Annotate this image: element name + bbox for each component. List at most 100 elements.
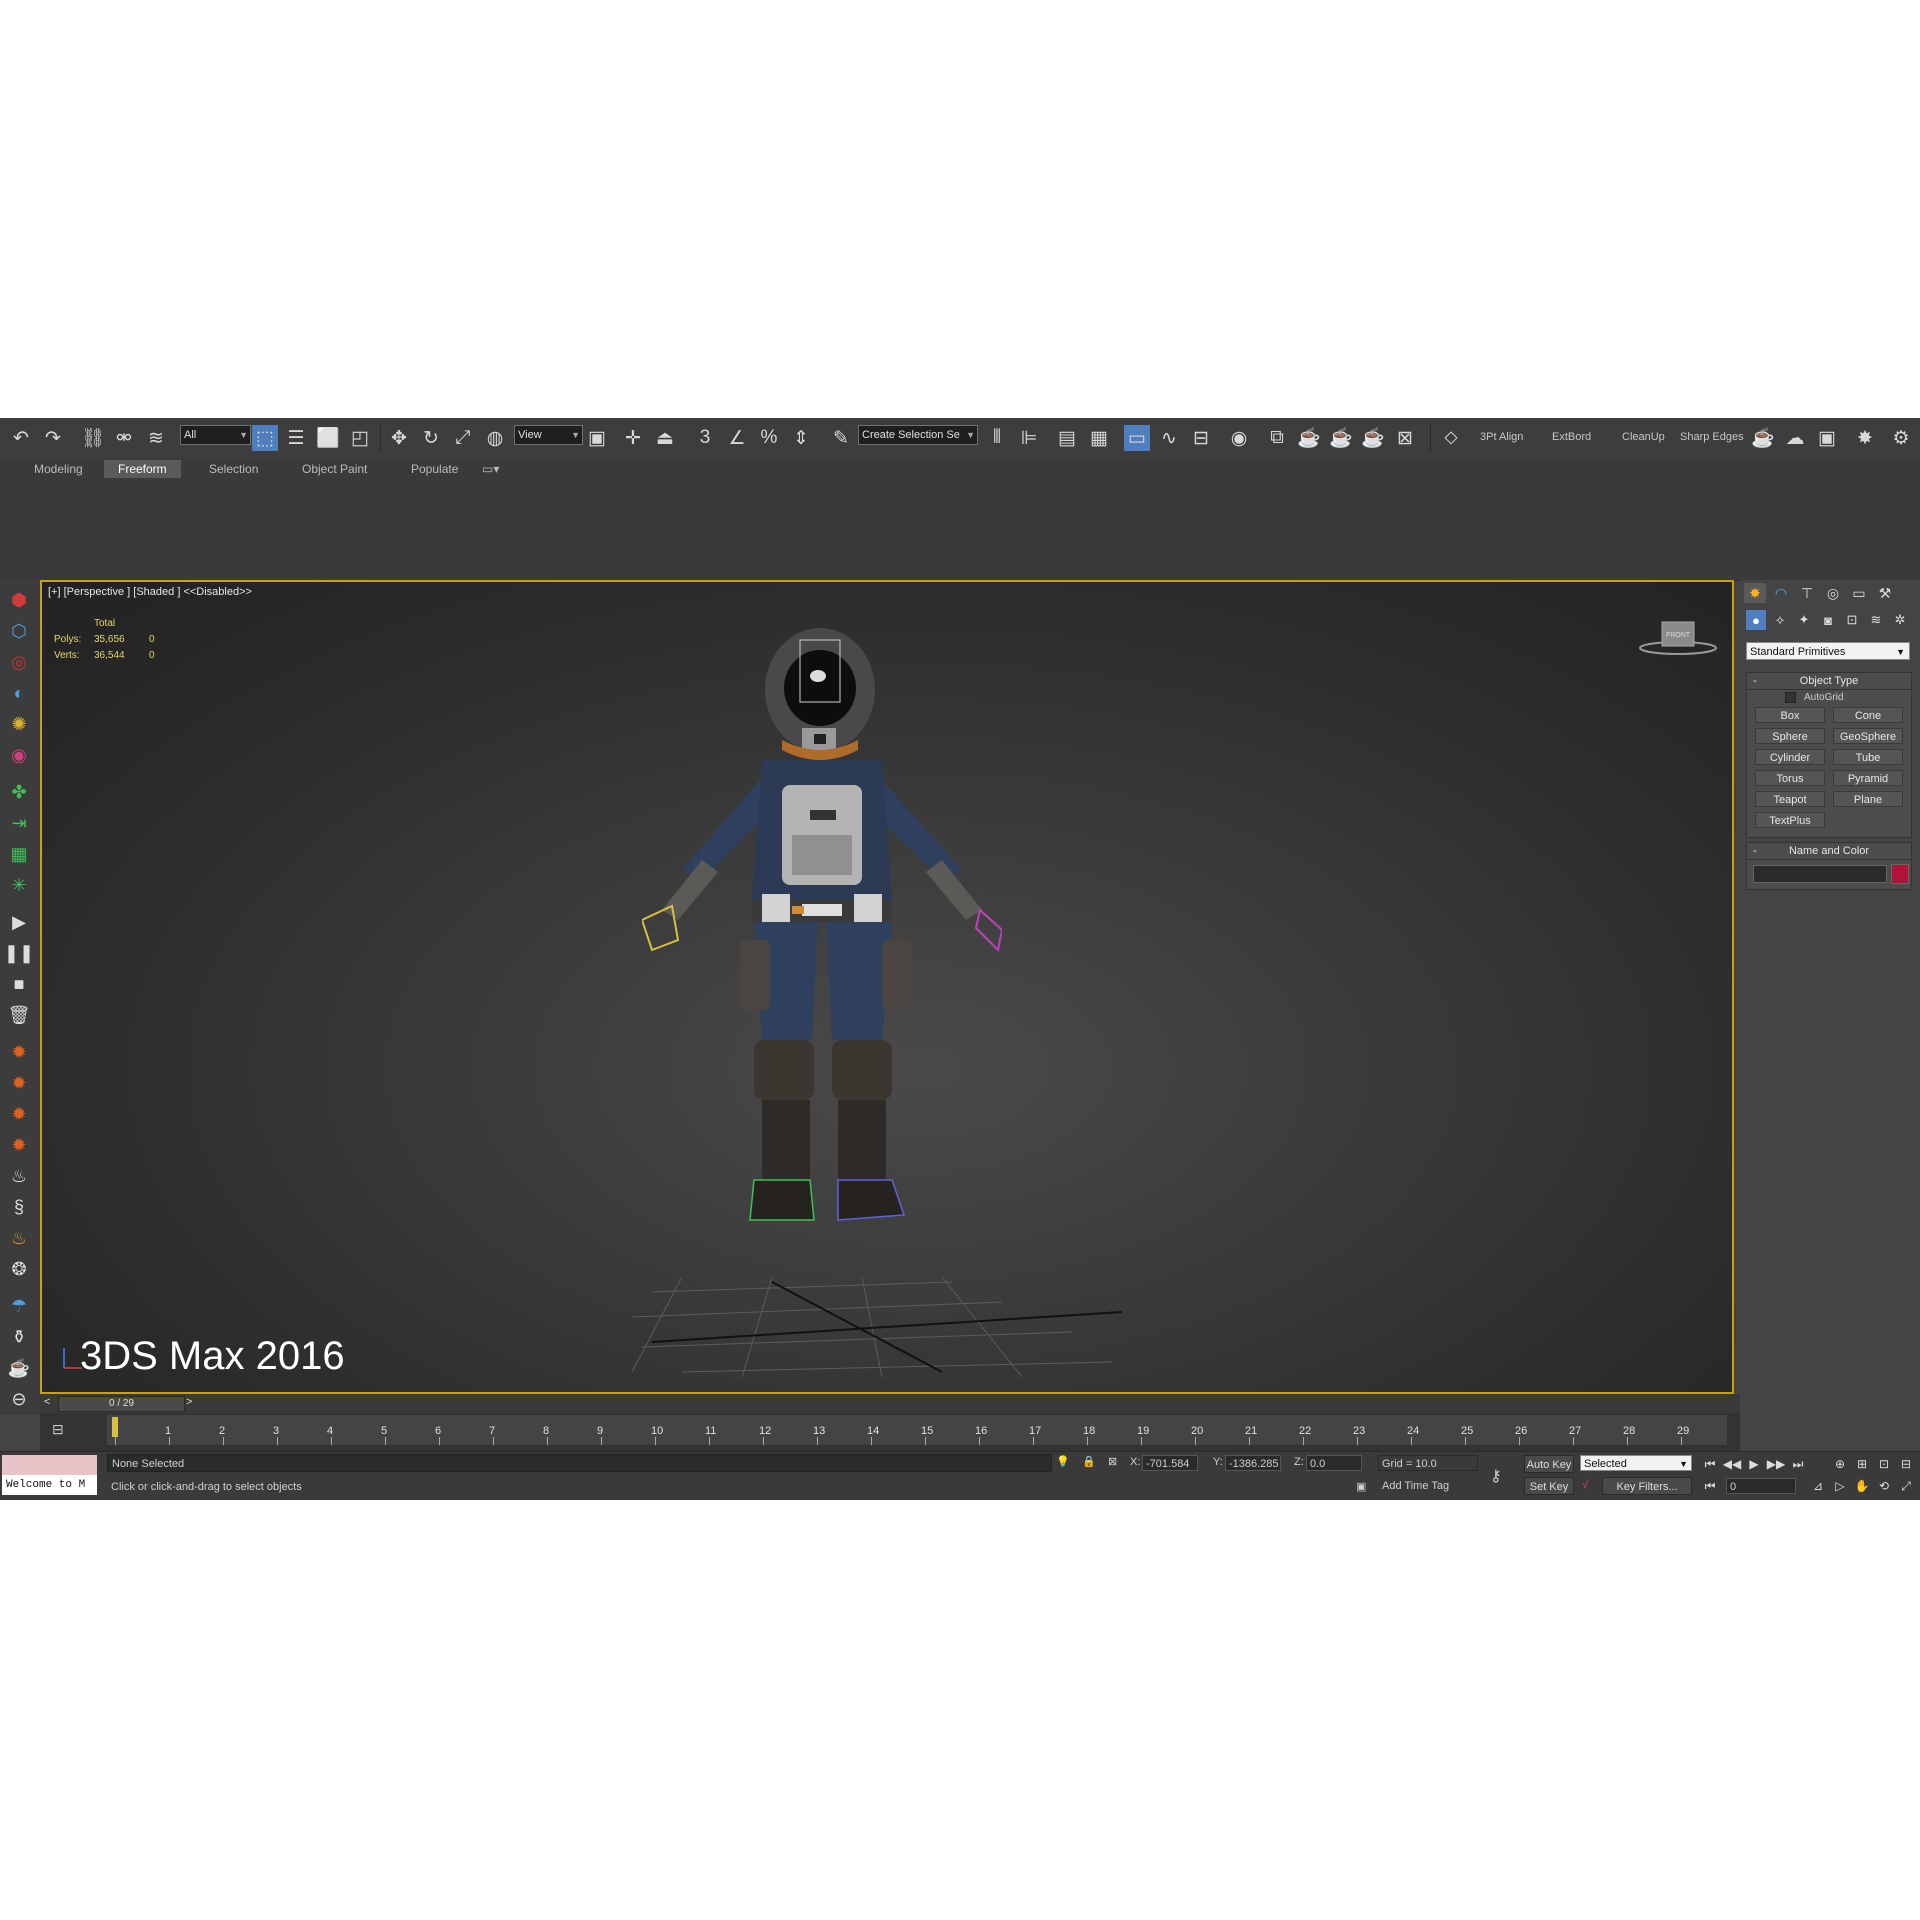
y-coordinate-field[interactable]: -1386.285 <box>1225 1455 1281 1471</box>
zoom-extents-icon[interactable]: ⊡ <box>1874 1455 1894 1473</box>
angle-snap-icon[interactable]: ∠ <box>724 425 750 451</box>
pivot-center-icon[interactable]: ▣ <box>584 425 610 451</box>
time-prev-icon[interactable]: < <box>44 1396 50 1408</box>
cameras-icon[interactable]: ◎ <box>7 650 31 674</box>
zoom-icon[interactable]: ⊕ <box>1830 1455 1850 1473</box>
fire-icon-4[interactable]: ✹ <box>7 1133 31 1157</box>
move-icon[interactable]: ✥ <box>386 425 412 451</box>
orbit-icon[interactable]: ⟲ <box>1874 1477 1894 1495</box>
toggle-ribbon-icon[interactable]: ▭ <box>1124 425 1150 451</box>
walkthrough-icon[interactable]: ▷ <box>1830 1477 1850 1495</box>
geosphere-button[interactable]: GeoSphere <box>1833 728 1903 744</box>
bowl-icon[interactable]: ⊖ <box>7 1387 31 1411</box>
tab-modeling[interactable]: Modeling <box>20 460 97 478</box>
lights-category-icon[interactable]: ✦ <box>1794 610 1814 630</box>
cylinder-button[interactable]: Cylinder <box>1755 749 1825 765</box>
render-setup-icon[interactable]: ⧉ <box>1264 425 1290 451</box>
bind-spacewarp-icon[interactable]: ≋ <box>143 425 169 451</box>
z-coordinate-field[interactable]: 0.0 <box>1306 1455 1362 1471</box>
smoke-icon[interactable]: ♨ <box>7 1164 31 1188</box>
maxscript-input[interactable]: Welcome to M <box>2 1475 97 1495</box>
time-slider[interactable]: 0 / 29 <box>58 1396 185 1412</box>
rectangular-selection-icon[interactable]: ⬜ <box>315 425 341 451</box>
time-tag-icon[interactable]: ▣ <box>1356 1480 1366 1493</box>
autogrid-checkbox[interactable]: AutoGrid <box>1785 692 1843 703</box>
shapes-category-icon[interactable]: ⟡ <box>1770 610 1790 630</box>
timeline-ruler[interactable]: 1 2 3 4 5 6 7 8 9 10 11 12 13 14 15 16 17 18 19 20 21 22 23 24 2… <box>107 1415 1727 1445</box>
percent-snap-icon[interactable]: % <box>756 425 782 451</box>
hierarchy-tab-icon[interactable]: ⊤ <box>1796 583 1818 603</box>
unlink-icon[interactable]: ⚮ <box>111 425 137 451</box>
x-coordinate-field[interactable]: -701.584 <box>1142 1455 1198 1471</box>
textplus-button[interactable]: TextPlus <box>1755 812 1825 828</box>
spacewarps-icon[interactable]: ◉ <box>7 743 31 767</box>
tube-button[interactable]: Tube <box>1833 749 1903 765</box>
geometry-icon[interactable]: ⬢ <box>7 588 31 612</box>
link-icon[interactable]: ⛓ <box>80 425 106 451</box>
settings-icon[interactable]: ⚙ <box>1888 425 1914 451</box>
time-cursor[interactable] <box>112 1417 118 1437</box>
isolate-icon[interactable]: 💡 <box>1056 1455 1070 1468</box>
go-to-start-icon[interactable]: ⏮ <box>1700 1455 1720 1473</box>
script-extbord[interactable]: ExtBord <box>1552 431 1591 443</box>
zoom-extents-all-icon[interactable]: ⊟ <box>1896 1455 1916 1473</box>
image-icon[interactable]: ▣ <box>1814 425 1840 451</box>
arrow-right-icon[interactable]: ⇥ <box>7 811 31 835</box>
curve-editor-icon[interactable]: ∿ <box>1156 425 1182 451</box>
lights-icon[interactable]: ◐ <box>7 681 31 705</box>
viewcube[interactable]: FRONT <box>1634 618 1724 668</box>
play-icon[interactable]: ▶ <box>7 910 31 934</box>
select-object-icon[interactable]: ⬚ <box>252 425 278 451</box>
script-toolbar-icon[interactable]: ⬦ <box>1438 425 1464 451</box>
sphere-button[interactable]: Sphere <box>1755 728 1825 744</box>
perspective-viewport[interactable]: [+] [Perspective ] [Shaded ] <<Disabled>… <box>40 580 1734 1394</box>
schematic-view-icon[interactable]: ⊟ <box>1188 425 1214 451</box>
current-frame-field[interactable]: 0 <box>1726 1478 1796 1494</box>
fire-icon-2[interactable]: ✹ <box>7 1071 31 1095</box>
set-key-filter-icon[interactable]: √ <box>1582 1479 1588 1491</box>
place-icon[interactable]: ◍ <box>482 425 508 451</box>
primitive-category-dropdown[interactable]: Standard Primitives ▼ <box>1746 642 1910 660</box>
previous-frame-icon[interactable]: ◀◀ <box>1722 1455 1742 1473</box>
helpers-icon[interactable]: ✺ <box>7 712 31 736</box>
bottle-icon[interactable]: ⚱ <box>7 1325 31 1349</box>
create-tab-icon[interactable]: ✸ <box>1744 583 1766 603</box>
beer-icon[interactable]: ☕ <box>7 1356 31 1380</box>
cameras-category-icon[interactable]: ◙ <box>1818 610 1838 630</box>
script-cleanup[interactable]: CleanUp <box>1622 431 1665 443</box>
shapes-icon[interactable]: ⬡ <box>7 619 31 643</box>
teapot-button[interactable]: Teapot <box>1755 791 1825 807</box>
window-crossing-icon[interactable]: ◰ <box>347 425 373 451</box>
object-color-swatch[interactable] <box>1891 864 1909 884</box>
keyboard-shortcut-icon[interactable]: ⏏ <box>652 425 678 451</box>
tab-populate[interactable]: Populate <box>397 460 472 478</box>
name-and-color-header[interactable]: - Name and Color <box>1747 843 1911 860</box>
spinner-snap-icon[interactable]: ⇕ <box>788 425 814 451</box>
pan-icon[interactable]: ✋ <box>1852 1477 1872 1495</box>
spacewarps-category-icon[interactable]: ≋ <box>1866 610 1886 630</box>
redo-icon[interactable]: ↷ <box>40 425 66 451</box>
tab-freeform[interactable]: Freeform <box>104 460 181 478</box>
layer-manager-icon[interactable]: ▤ <box>1054 425 1080 451</box>
named-selection-dropdown[interactable]: Create Selection Se ▼ <box>858 425 978 445</box>
next-frame-icon[interactable]: ▶▶ <box>1766 1455 1786 1473</box>
grid-icon[interactable]: ▦ <box>7 842 31 866</box>
select-manipulate-icon[interactable]: ✛ <box>620 425 646 451</box>
mini-curve-editor-icon[interactable]: ⊟ <box>52 1421 64 1438</box>
modify-tab-icon[interactable]: ◠ <box>1770 583 1792 603</box>
play-animation-icon[interactable]: ▶ <box>1744 1455 1764 1473</box>
key-mode-toggle-icon[interactable]: ⏮ <box>1700 1477 1720 1495</box>
swirl-icon[interactable]: § <box>7 1195 31 1219</box>
tab-object-paint[interactable]: Object Paint <box>288 460 381 478</box>
a360-render-icon[interactable]: ⊠ <box>1392 425 1418 451</box>
material-editor-icon[interactable]: ◉ <box>1226 425 1252 451</box>
lightbulb-icon[interactable]: ✸ <box>1852 425 1878 451</box>
trash-icon[interactable]: 🗑 <box>7 1003 31 1027</box>
display-tab-icon[interactable]: ▭ <box>1848 583 1870 603</box>
undo-icon[interactable]: ↶ <box>8 425 34 451</box>
tab-selection[interactable]: Selection <box>195 460 272 478</box>
time-next-icon[interactable]: > <box>186 1396 192 1408</box>
torus-button[interactable]: Torus <box>1755 770 1825 786</box>
snap-toggle-icon[interactable]: 3 <box>692 425 718 451</box>
rotate-icon[interactable]: ↻ <box>418 425 444 451</box>
